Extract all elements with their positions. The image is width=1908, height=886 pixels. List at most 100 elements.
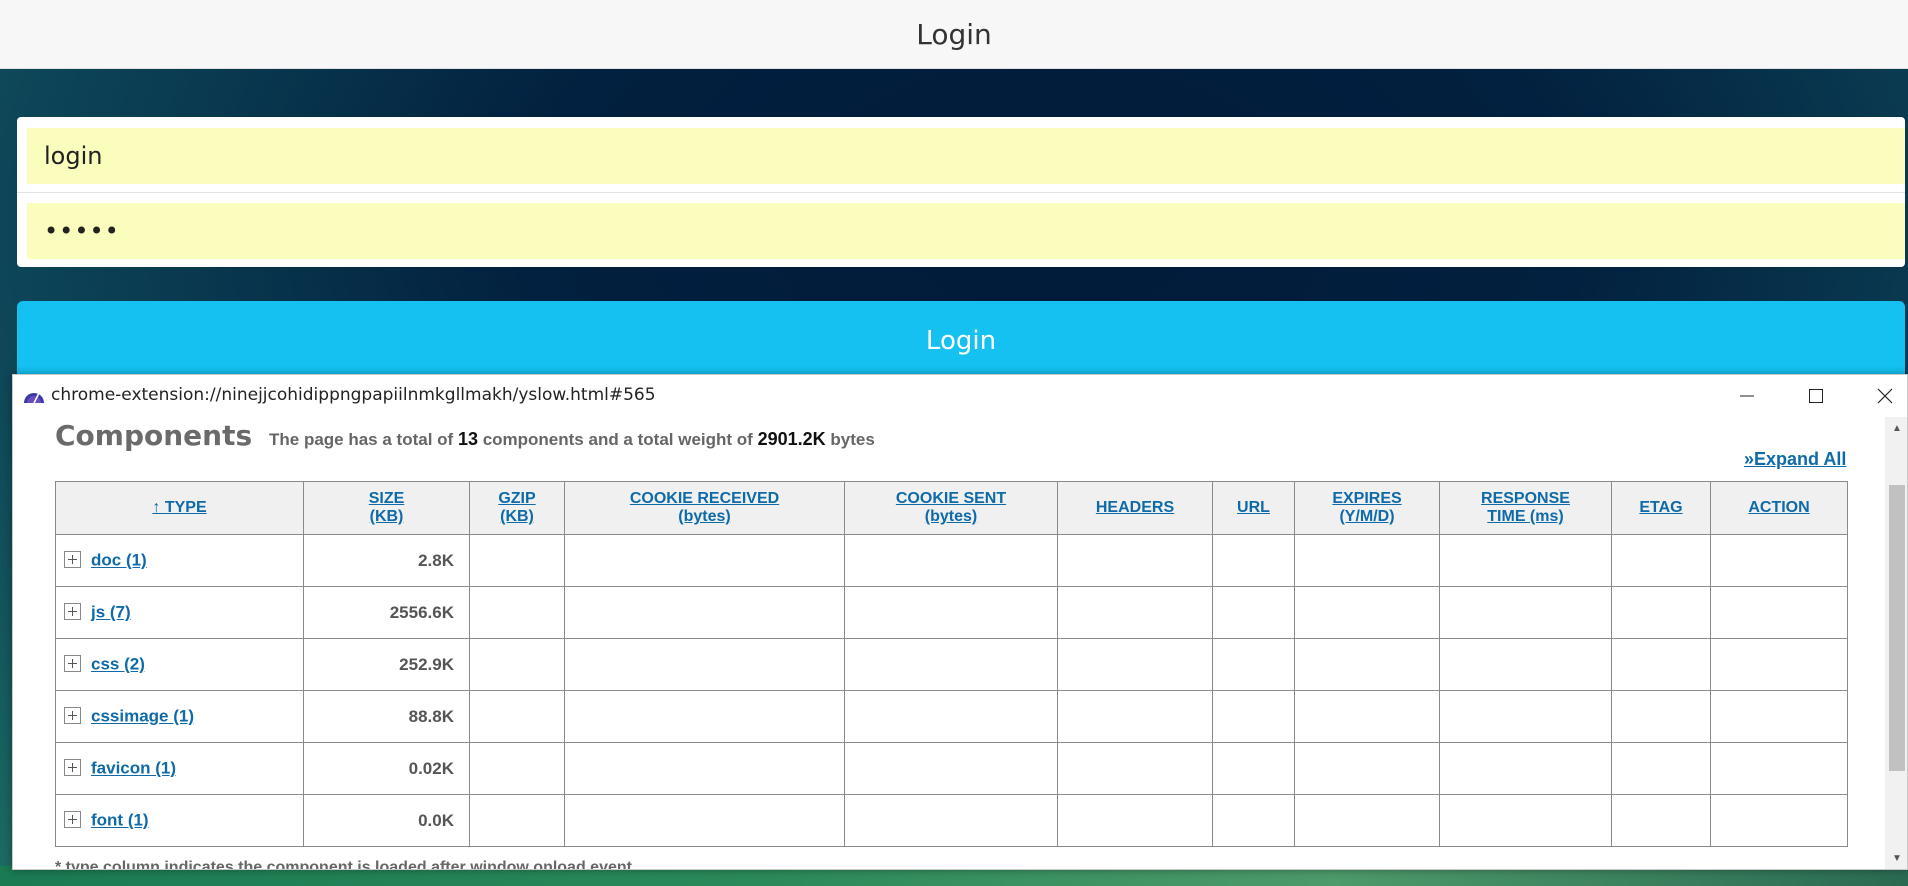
empty-cell <box>844 638 1058 691</box>
empty-cell <box>1710 534 1848 587</box>
column-header-label: ↑ TYPE <box>152 499 207 516</box>
empty-cell <box>1057 690 1213 743</box>
type-link[interactable]: font (1) <box>91 811 149 830</box>
vertical-scrollbar[interactable]: ▲ ▼ <box>1885 417 1907 869</box>
expand-plus-icon[interactable] <box>64 811 81 829</box>
size-cell: 88.8K <box>303 690 470 743</box>
maximize-button[interactable] <box>1782 375 1850 417</box>
empty-cell <box>1439 586 1612 639</box>
column-header-label: ETAG <box>1639 499 1683 516</box>
table-row: doc (1) 2.8K <box>55 534 1848 587</box>
column-header-label: ACTION <box>1748 499 1810 516</box>
empty-cell <box>1710 794 1848 847</box>
empty-cell <box>1294 638 1440 691</box>
empty-cell <box>1611 742 1711 795</box>
column-header-label: COOKIE SENT <box>895 490 1007 507</box>
size-cell: 0.02K <box>303 742 470 795</box>
empty-cell <box>1439 742 1612 795</box>
column-header-response-time[interactable]: RESPONSE TIME (ms) <box>1439 481 1612 535</box>
empty-cell <box>564 690 845 743</box>
empty-cell <box>1611 794 1711 847</box>
table-row: cssimage (1) 88.8K <box>55 690 1848 743</box>
column-header-cookie-received[interactable]: COOKIE RECEIVED (bytes) <box>564 481 845 535</box>
empty-cell <box>1212 690 1295 743</box>
empty-cell <box>1212 638 1295 691</box>
empty-cell <box>1212 742 1295 795</box>
empty-cell <box>469 638 565 691</box>
column-header-size[interactable]: SIZE (KB) <box>303 481 470 535</box>
empty-cell <box>1057 742 1213 795</box>
column-header-label: RESPONSE <box>1481 490 1570 507</box>
column-header-unit: (KB) <box>500 508 534 525</box>
expand-plus-icon[interactable] <box>64 655 81 673</box>
window-titlebar[interactable]: chrome-extension://ninejjcohidippngpapii… <box>13 375 1907 417</box>
column-header-type[interactable]: ↑ TYPE <box>55 481 304 535</box>
empty-cell <box>1294 794 1440 847</box>
scroll-up-arrow-icon[interactable]: ▲ <box>1885 417 1907 439</box>
empty-cell <box>844 586 1058 639</box>
yslow-window: chrome-extension://ninejjcohidippngpapii… <box>12 374 1908 870</box>
table-row: js (7) 2556.6K <box>55 586 1848 639</box>
column-header-label: HEADERS <box>1095 499 1175 516</box>
column-header-gzip[interactable]: GZIP (KB) <box>469 481 565 535</box>
column-header-etag[interactable]: ETAG <box>1611 481 1711 535</box>
password-field[interactable]: ••••• <box>27 203 1905 259</box>
type-link[interactable]: css (2) <box>91 655 145 674</box>
type-link[interactable]: js (7) <box>91 603 131 622</box>
empty-cell <box>1057 794 1213 847</box>
empty-cell <box>844 742 1058 795</box>
column-header-unit: (bytes) <box>678 508 731 525</box>
yslow-app-icon <box>24 392 44 404</box>
column-header-unit: (KB) <box>369 508 404 525</box>
column-header-label: COOKIE RECEIVED <box>629 490 780 507</box>
type-link[interactable]: cssimage (1) <box>91 707 194 726</box>
expand-plus-icon[interactable] <box>64 707 81 725</box>
component-count: 13 <box>457 429 478 449</box>
empty-cell <box>1057 586 1213 639</box>
empty-cell <box>1294 586 1440 639</box>
column-header-url[interactable]: URL <box>1212 481 1295 535</box>
scrollbar-thumb[interactable] <box>1889 485 1905 771</box>
window-title: chrome-extension://ninejjcohidippngpapii… <box>51 385 656 405</box>
expand-plus-icon[interactable] <box>64 551 81 569</box>
table-row: favicon (1) 0.02K <box>55 742 1848 795</box>
expand-plus-icon[interactable] <box>64 603 81 621</box>
empty-cell <box>564 742 845 795</box>
username-field[interactable]: login <box>27 128 1905 184</box>
empty-cell <box>1439 534 1612 587</box>
table-row: css (2) 252.9K <box>55 638 1848 691</box>
column-header-label: EXPIRES <box>1332 490 1402 507</box>
empty-cell <box>564 534 845 587</box>
close-button[interactable] <box>1851 375 1907 417</box>
footnote: * type column indicates the component is… <box>55 859 632 870</box>
empty-cell <box>1611 638 1711 691</box>
page-title: Login <box>916 17 992 51</box>
expand-all-link[interactable]: »Expand All <box>1744 449 1846 470</box>
column-header-cookie-sent[interactable]: COOKIE SENT (bytes) <box>844 481 1058 535</box>
type-cell: font (1) <box>55 794 304 847</box>
empty-cell <box>1057 534 1213 587</box>
empty-cell <box>1710 638 1848 691</box>
table-row: font (1) 0.0K <box>55 794 1848 847</box>
empty-cell <box>1710 586 1848 639</box>
column-header-expires[interactable]: EXPIRES (Y/M/D) <box>1294 481 1440 535</box>
empty-cell <box>469 690 565 743</box>
empty-cell <box>1294 690 1440 743</box>
column-header-headers[interactable]: HEADERS <box>1057 481 1213 535</box>
type-link[interactable]: doc (1) <box>91 551 147 570</box>
summary-suffix: bytes <box>830 430 875 449</box>
login-button[interactable]: Login <box>17 301 1905 381</box>
size-cell: 252.9K <box>303 638 470 691</box>
empty-cell <box>564 638 845 691</box>
column-header-unit: (bytes) <box>924 508 978 525</box>
empty-cell <box>1611 586 1711 639</box>
size-cell: 0.0K <box>303 794 470 847</box>
column-header-action[interactable]: ACTION <box>1710 481 1848 535</box>
minimize-button[interactable] <box>1713 375 1781 417</box>
scroll-down-arrow-icon[interactable]: ▼ <box>1885 847 1907 869</box>
type-link[interactable]: favicon (1) <box>91 759 176 778</box>
yslow-content: Components The page has a total of 13 co… <box>13 417 1885 870</box>
total-weight: 2901.2K <box>757 429 826 449</box>
empty-cell <box>1294 534 1440 587</box>
expand-plus-icon[interactable] <box>64 759 81 777</box>
